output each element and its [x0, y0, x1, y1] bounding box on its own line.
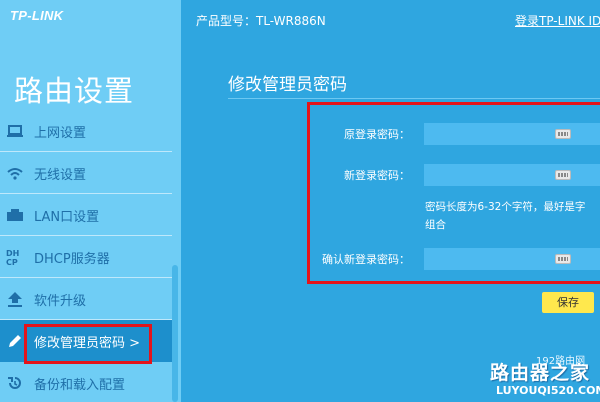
sidebar-item-lan[interactable]: LAN口设置 — [0, 194, 172, 236]
upload-arrow-icon — [8, 292, 22, 307]
sidebar-scrollbar[interactable] — [172, 265, 178, 402]
laptop-icon — [7, 125, 23, 137]
svg-text:DH: DH — [6, 249, 19, 258]
sidebar-item-label: 软件升级 — [34, 294, 87, 309]
watermark-url: LUYOUQI520.COM — [496, 384, 600, 397]
wifi-icon — [7, 168, 23, 180]
page-title: 修改管理员密码 — [228, 75, 347, 95]
pencil-icon — [9, 335, 21, 347]
sidebar-item-label: LAN口设置 — [34, 210, 100, 225]
sidebar-title: 路由设置 — [14, 74, 135, 108]
sidebar-item-upgrade[interactable]: 软件升级 — [0, 278, 172, 320]
login-tplink-id-link[interactable]: 登录TP-LINK ID — [515, 12, 600, 29]
sidebar-item-label: 无线设置 — [34, 168, 87, 183]
sidebar-item-wireless[interactable]: 无线设置 — [0, 152, 172, 194]
watermark-logo: 192路由网 路由器之家 LUYOUQI520.COM — [482, 352, 600, 402]
sidebar-item-label: DHCP服务器 — [34, 252, 110, 267]
svg-text:CP: CP — [6, 258, 18, 266]
sidebar-item-dhcp[interactable]: DH CP DHCP服务器 — [0, 236, 172, 278]
watermark-title: 路由器之家 — [490, 362, 591, 384]
title-divider — [228, 98, 600, 99]
sidebar-item-internet[interactable]: 上网设置 — [0, 110, 172, 152]
sidebar-item-backup[interactable]: 备份和载入配置 — [0, 362, 172, 402]
highlight-box-form — [307, 102, 600, 284]
lan-port-icon — [7, 209, 23, 221]
tp-link-logo: TP-LINK — [10, 8, 64, 23]
dhcp-icon: DH CP — [6, 249, 19, 266]
restore-icon — [8, 377, 21, 389]
highlight-box-sidebar — [24, 324, 152, 364]
save-button[interactable]: 保存 — [542, 292, 594, 313]
sidebar-item-label: 上网设置 — [34, 126, 87, 141]
sidebar-item-label: 备份和载入配置 — [34, 378, 126, 393]
product-model: 产品型号：TL-WR886N — [196, 14, 326, 28]
